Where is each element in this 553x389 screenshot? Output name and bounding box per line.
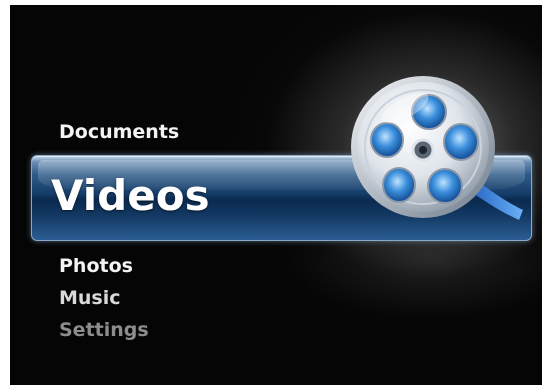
menu-item-settings[interactable]: Settings <box>59 319 149 341</box>
menu-item-documents[interactable]: Documents <box>59 121 179 143</box>
menu-item-music[interactable]: Music <box>59 287 121 309</box>
menu-item-videos-label: Videos <box>51 171 210 220</box>
media-menu-screen: Documents Videos Photos Music Settings <box>10 5 542 385</box>
film-reel-icon <box>351 76 523 220</box>
menu-item-photos[interactable]: Photos <box>59 255 133 277</box>
